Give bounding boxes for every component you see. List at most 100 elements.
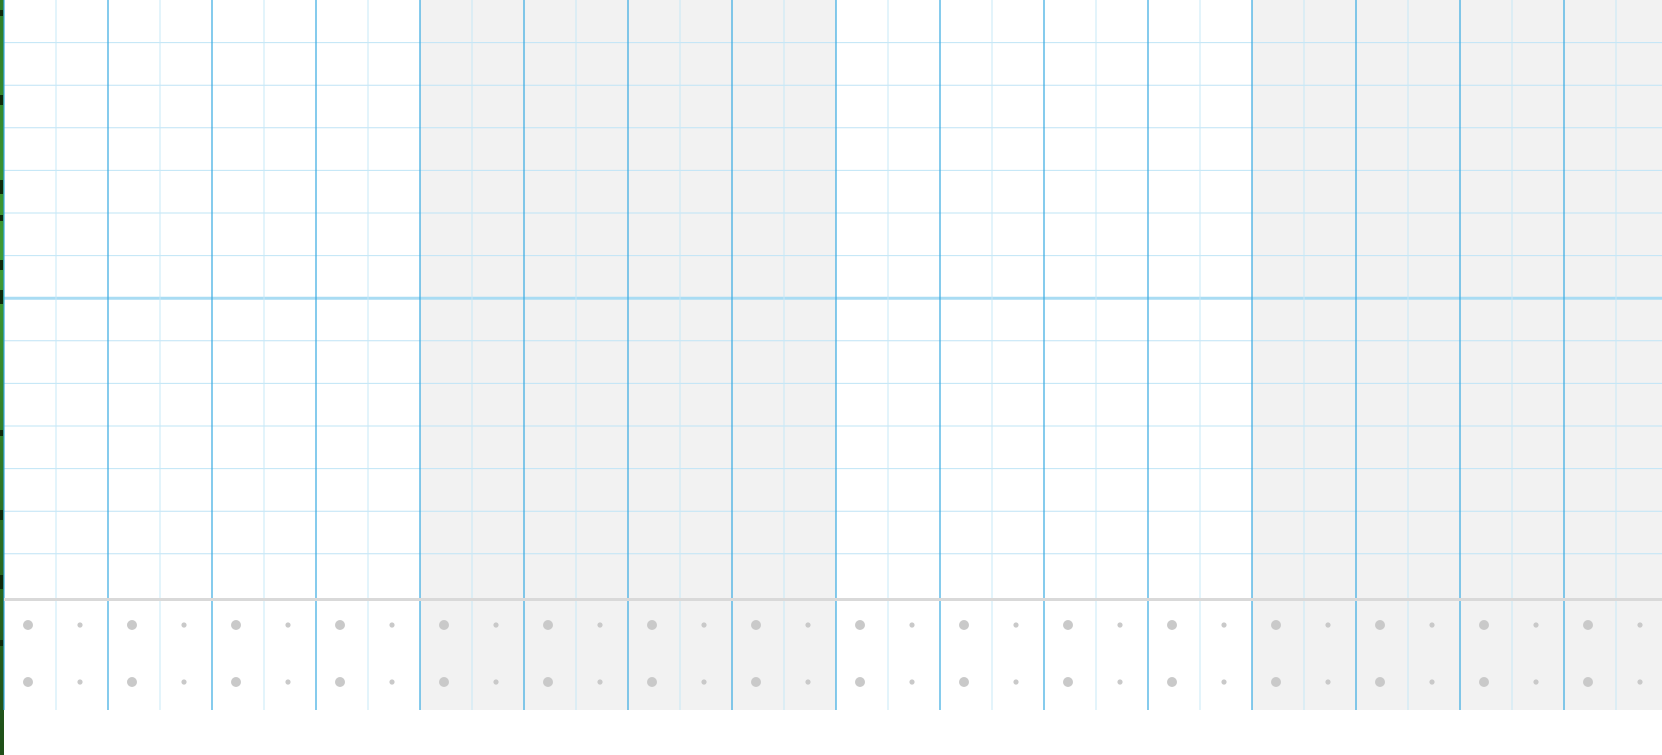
velocity-dot-large[interactable] <box>959 677 969 687</box>
note-cell[interactable] <box>1096 256 1148 299</box>
note-cell[interactable] <box>420 426 472 469</box>
velocity-dot-small[interactable] <box>597 679 603 685</box>
note-cell[interactable] <box>1304 596 1356 598</box>
note-cell[interactable] <box>1304 213 1356 256</box>
note-cell[interactable] <box>1356 256 1408 299</box>
note-cell[interactable] <box>1616 0 1662 43</box>
note-cell[interactable] <box>576 213 628 256</box>
note-cell[interactable] <box>1252 43 1304 86</box>
velocity-dot-large[interactable] <box>127 677 137 687</box>
velocity-dot-small[interactable] <box>285 622 291 628</box>
note-cell[interactable] <box>108 256 160 299</box>
note-cell[interactable] <box>1096 426 1148 469</box>
velocity-dot-large[interactable] <box>1479 620 1489 630</box>
note-cell[interactable] <box>1148 213 1200 256</box>
note-cell[interactable] <box>940 213 992 256</box>
note-cell[interactable] <box>992 85 1044 128</box>
note-cell[interactable] <box>212 0 264 43</box>
note-cell[interactable] <box>1304 554 1356 597</box>
note-cell[interactable] <box>732 426 784 469</box>
note-cell[interactable] <box>368 511 420 554</box>
note-cell[interactable] <box>992 341 1044 384</box>
note-cell[interactable] <box>1512 43 1564 86</box>
note-cell[interactable] <box>1200 383 1252 426</box>
note-cell[interactable] <box>1408 383 1460 426</box>
note-cell[interactable] <box>1512 0 1564 43</box>
note-cell[interactable] <box>1356 511 1408 554</box>
note-cell[interactable] <box>212 554 264 597</box>
note-cell[interactable] <box>1616 85 1662 128</box>
note-cell[interactable] <box>784 426 836 469</box>
note-cell[interactable] <box>108 128 160 171</box>
note-cell[interactable] <box>4 426 56 469</box>
note-cell[interactable] <box>316 128 368 171</box>
note-cell[interactable] <box>472 341 524 384</box>
note-cell[interactable] <box>212 256 264 299</box>
note-cell[interactable] <box>1148 426 1200 469</box>
note-cell[interactable] <box>1460 298 1512 341</box>
note-cell[interactable] <box>1408 43 1460 86</box>
note-cell[interactable] <box>1616 426 1662 469</box>
velocity-dot-large[interactable] <box>1063 677 1073 687</box>
velocity-dot-small[interactable] <box>389 679 395 685</box>
note-cell[interactable] <box>524 85 576 128</box>
note-cell[interactable] <box>1304 298 1356 341</box>
note-cell[interactable] <box>576 511 628 554</box>
note-cell[interactable] <box>420 0 472 43</box>
note-cell[interactable] <box>1096 170 1148 213</box>
note-cell[interactable] <box>732 43 784 86</box>
note-cell[interactable] <box>1408 298 1460 341</box>
note-cell[interactable] <box>732 341 784 384</box>
note-cell[interactable] <box>56 298 108 341</box>
note-cell[interactable] <box>992 170 1044 213</box>
note-cell[interactable] <box>212 170 264 213</box>
note-cell[interactable] <box>4 0 56 43</box>
note-cell[interactable] <box>680 298 732 341</box>
note-cell[interactable] <box>1564 0 1616 43</box>
note-cell[interactable] <box>4 469 56 512</box>
velocity-dot-large[interactable] <box>1167 620 1177 630</box>
note-cell[interactable] <box>992 128 1044 171</box>
note-cell[interactable] <box>1512 128 1564 171</box>
note-cell[interactable] <box>1096 298 1148 341</box>
note-cell[interactable] <box>1356 341 1408 384</box>
note-cell[interactable] <box>1096 511 1148 554</box>
note-cell[interactable] <box>108 426 160 469</box>
note-cell[interactable] <box>732 256 784 299</box>
note-cell[interactable] <box>1408 85 1460 128</box>
note-cell[interactable] <box>1200 596 1252 598</box>
note-cell[interactable] <box>784 0 836 43</box>
note-cell[interactable] <box>940 596 992 598</box>
note-cell[interactable] <box>784 554 836 597</box>
note-cell[interactable] <box>472 85 524 128</box>
note-cell[interactable] <box>836 469 888 512</box>
velocity-dot-small[interactable] <box>77 622 83 628</box>
velocity-dot-small[interactable] <box>1533 679 1539 685</box>
note-cell[interactable] <box>836 596 888 598</box>
note-cell[interactable] <box>160 341 212 384</box>
note-cell[interactable] <box>108 43 160 86</box>
note-cell[interactable] <box>1044 469 1096 512</box>
note-cell[interactable] <box>992 554 1044 597</box>
note-cell[interactable] <box>524 170 576 213</box>
note-cell[interactable] <box>1460 596 1512 598</box>
note-cell[interactable] <box>316 511 368 554</box>
note-cell[interactable] <box>264 554 316 597</box>
note-cell[interactable] <box>1460 43 1512 86</box>
note-cell[interactable] <box>1044 0 1096 43</box>
note-cell[interactable] <box>1096 469 1148 512</box>
note-cell[interactable] <box>1616 596 1662 598</box>
note-cell[interactable] <box>628 170 680 213</box>
velocity-dot-large[interactable] <box>543 620 553 630</box>
note-cell[interactable] <box>1148 596 1200 598</box>
note-cell[interactable] <box>784 256 836 299</box>
note-cell[interactable] <box>1356 298 1408 341</box>
note-cell[interactable] <box>1148 0 1200 43</box>
note-cell[interactable] <box>420 170 472 213</box>
velocity-dot-small[interactable] <box>77 679 83 685</box>
note-cell[interactable] <box>264 426 316 469</box>
note-cell[interactable] <box>1096 128 1148 171</box>
note-cell[interactable] <box>576 170 628 213</box>
note-cell[interactable] <box>1252 426 1304 469</box>
note-cell[interactable] <box>420 43 472 86</box>
